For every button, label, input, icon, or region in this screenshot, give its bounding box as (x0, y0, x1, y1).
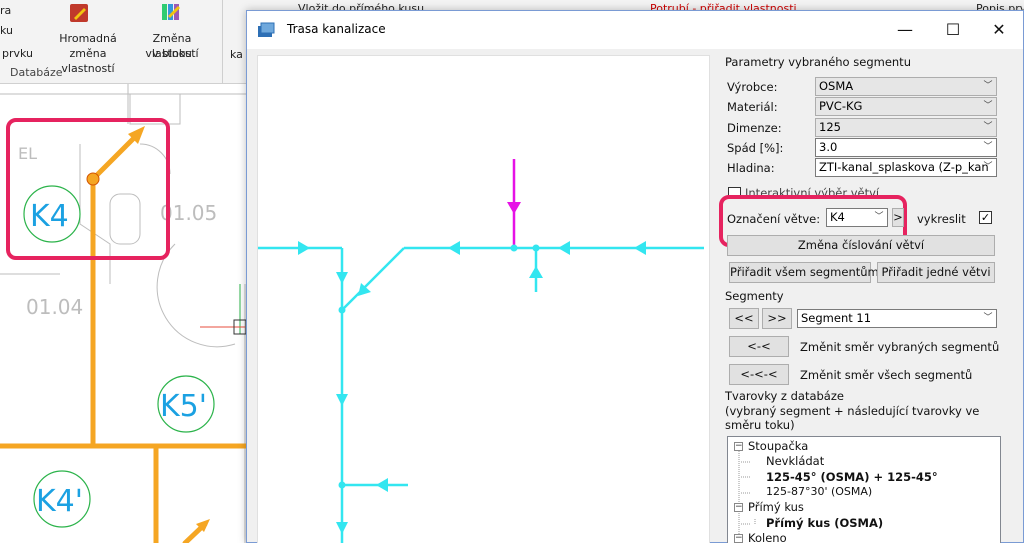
dimension-value: 125 (819, 120, 841, 134)
chevron-down-icon: ﹀ (983, 142, 993, 152)
chevron-down-icon: ﹀ (983, 162, 993, 172)
fittings-tree[interactable]: − Stoupačka Nevkládat 125-45° (OSMA) + 1… (727, 436, 1001, 543)
chevron-down-icon: ﹀ (983, 122, 993, 132)
branch-value: K4 (830, 210, 845, 224)
dialog-titlebar[interactable]: Trasa kanalizace — ☐ ✕ (247, 11, 1023, 49)
sewer-route-dialog: Trasa kanalizace — ☐ ✕ Parametry vybrané… (246, 10, 1024, 543)
draw-label: vykreslit (917, 212, 966, 226)
chevron-down-icon: ﹀ (874, 212, 884, 222)
assign-one-branch-button[interactable]: Přiřadit jedné větvi (877, 262, 995, 283)
tree-collapse-icon[interactable]: − (734, 534, 743, 543)
bulk-edit-button[interactable]: Hromadná změna vlastností (48, 0, 128, 75)
ribbon-label-cut: ka (230, 48, 243, 61)
layer-label: Hladina: (727, 161, 775, 175)
route-preview-canvas[interactable] (257, 55, 710, 543)
manufacturer-select[interactable]: OSMA ﹀ (815, 77, 997, 96)
dimension-label: Dimenze: (727, 121, 782, 135)
close-button[interactable]: ✕ (975, 11, 1023, 49)
ribbon-label-ku: ku (0, 24, 14, 37)
ribbon-separator (222, 0, 223, 84)
section-params-title: Parametry vybraného segmentu (725, 55, 911, 69)
draw-checkbox[interactable]: ✓ (979, 211, 992, 224)
material-label: Materiál: (727, 100, 778, 114)
tree-node-stoupacka-selected[interactable]: 125-45° (OSMA) + 125-45° (766, 470, 938, 484)
slope-select[interactable]: 3.0 ﹀ (815, 138, 997, 157)
assign-all-segments-button[interactable]: Přiřadit všem segmentům (729, 262, 879, 283)
reverse-selected-button[interactable]: <-< (729, 336, 789, 357)
branch-label: Označení větve: (727, 212, 821, 226)
branch-select[interactable]: K4 ﹀ (826, 208, 888, 227)
tree-node-primy-kus[interactable]: Přímý kus (748, 500, 804, 514)
material-select[interactable]: PVC-KG ﹀ (815, 97, 997, 116)
cad-label-k4-prime: K4' (36, 484, 83, 519)
layer-value: ZTI-kanal_splaskova (Z-p_kan (819, 160, 989, 174)
section-fittings-title: Tvarovky z databáze (725, 389, 844, 403)
minimize-button[interactable]: — (881, 11, 929, 49)
ribbon-group-database: Databáze (10, 66, 63, 79)
route-diagram (258, 159, 704, 543)
reverse-all-button[interactable]: <-<-< (729, 364, 789, 385)
ribbon-label-ra: ra (0, 4, 12, 17)
branch-next-button[interactable]: > (892, 208, 904, 227)
cad-drawing-area[interactable]: EL 01.05 01.04 K4 K5' K4' (0, 84, 250, 543)
slope-value: 3.0 (819, 140, 838, 154)
next-segment-button[interactable]: >> (762, 308, 792, 329)
block-edit-label-2: v bloku (152, 47, 192, 60)
section-segments-title: Segmenty (725, 289, 784, 303)
dialog-title: Trasa kanalizace (287, 22, 386, 36)
ribbon-label-prvku: prvku (2, 47, 34, 60)
renumber-branches-button[interactable]: Změna číslování větví (727, 235, 995, 256)
tree-node-nevkladat[interactable]: Nevkládat (766, 454, 824, 468)
room-text-0104: 01.04 (26, 295, 83, 319)
bulk-edit-icon (70, 4, 88, 22)
tree-collapse-icon[interactable]: − (734, 503, 743, 512)
tree-collapse-icon[interactable]: − (734, 442, 743, 451)
segment-parameters-panel: Parametry vybraného segmentu Výrobce: OS… (719, 51, 1024, 543)
segment-select[interactable]: Segment 11 ﹀ (797, 309, 997, 328)
dimension-select[interactable]: 125 ﹀ (815, 118, 997, 137)
slope-label: Spád [%]: (727, 141, 784, 155)
material-value: PVC-KG (819, 99, 863, 113)
tree-node-stoupacka-alt[interactable]: 125-87°30' (OSMA) (766, 485, 872, 498)
bulk-edit-label-1: Hromadná (59, 32, 117, 45)
reverse-selected-label: Změnit směr vybraných segmentů (800, 340, 1000, 354)
reverse-all-label: Změnit směr všech segmentů (800, 368, 973, 382)
segment-value: Segment 11 (801, 311, 872, 325)
maximize-button[interactable]: ☐ (929, 11, 977, 49)
prev-segment-button[interactable]: << (729, 308, 759, 329)
cad-highlight-frame (6, 118, 170, 260)
tree-node-stoupacka[interactable]: Stoupačka (748, 439, 808, 453)
fittings-note: (vybraný segment + následující tvarovky … (725, 404, 980, 432)
chevron-down-icon: ﹀ (983, 101, 993, 111)
block-edit-button[interactable]: Změna vlastností v bloku (126, 0, 218, 62)
tree-node-koleno[interactable]: Koleno (748, 531, 787, 543)
block-edit-icon (162, 4, 180, 20)
layer-select[interactable]: ZTI-kanal_splaskova (Z-p_kan ﹀ (815, 158, 997, 177)
chevron-down-icon: ﹀ (983, 313, 993, 323)
app-icon (258, 22, 275, 37)
tree-node-primy-kus-selected[interactable]: Přímý kus (OSMA) (766, 516, 883, 530)
manufacturer-label: Výrobce: (727, 80, 778, 94)
chevron-down-icon: ﹀ (983, 81, 993, 91)
cad-label-k5: K5' (160, 389, 207, 424)
manufacturer-value: OSMA (819, 79, 854, 93)
